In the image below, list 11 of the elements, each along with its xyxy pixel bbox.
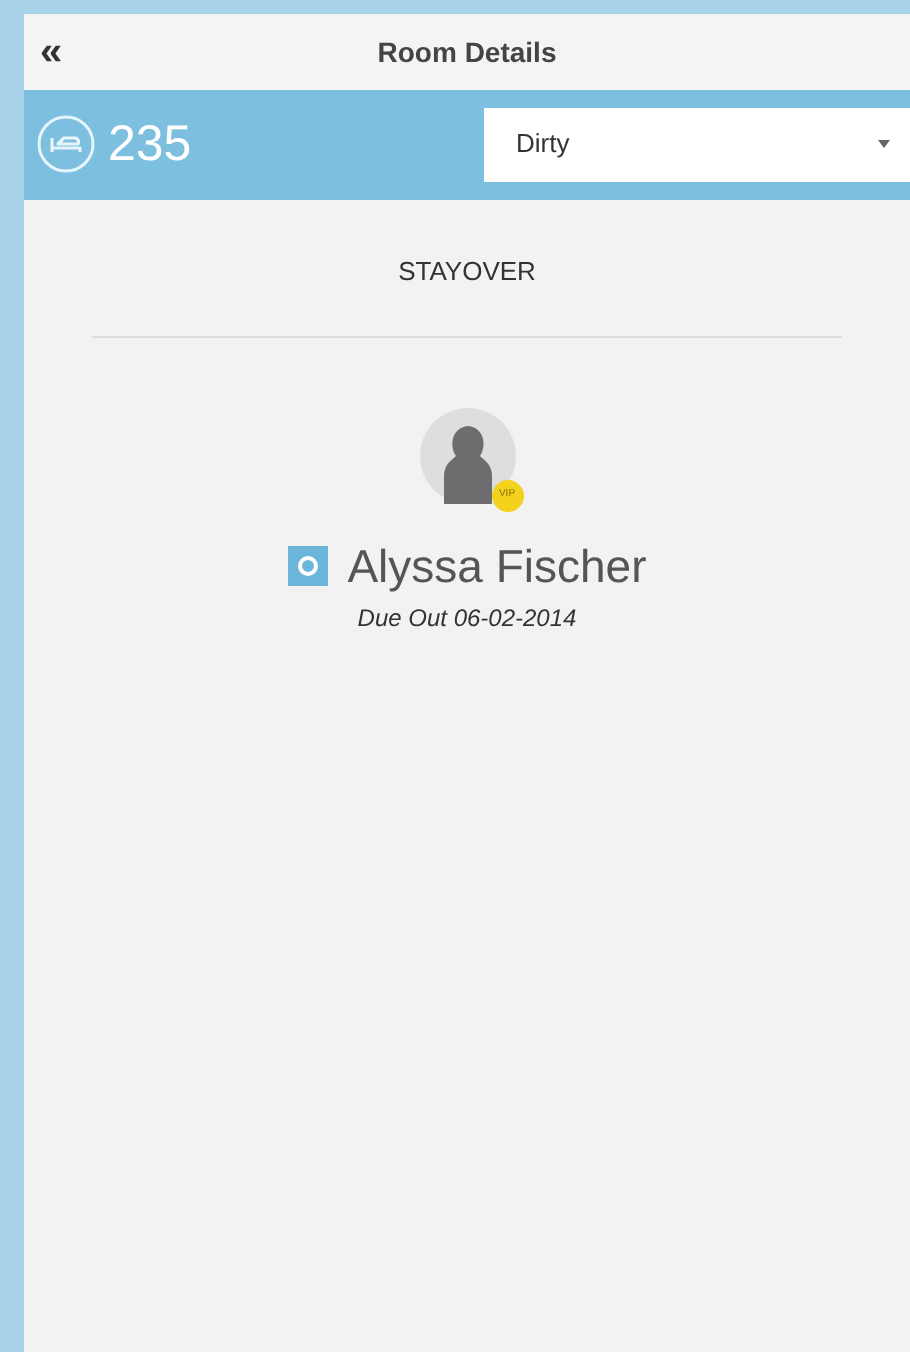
page-title: Room Details <box>377 33 557 71</box>
bed-icon <box>36 114 96 174</box>
caret-icon <box>878 140 890 148</box>
room-number: 235 <box>108 119 192 169</box>
reservation-type: STAYOVER <box>398 254 536 290</box>
guest-status-icon <box>287 545 328 586</box>
guest-name: Alyssa Fischer <box>347 537 647 596</box>
status-dropdown[interactable]: Dirty <box>484 107 910 181</box>
back-button[interactable]: « <box>40 32 63 72</box>
due-out-date: Due Out 06-02-2014 <box>357 602 577 636</box>
avatar-icon <box>419 407 515 503</box>
